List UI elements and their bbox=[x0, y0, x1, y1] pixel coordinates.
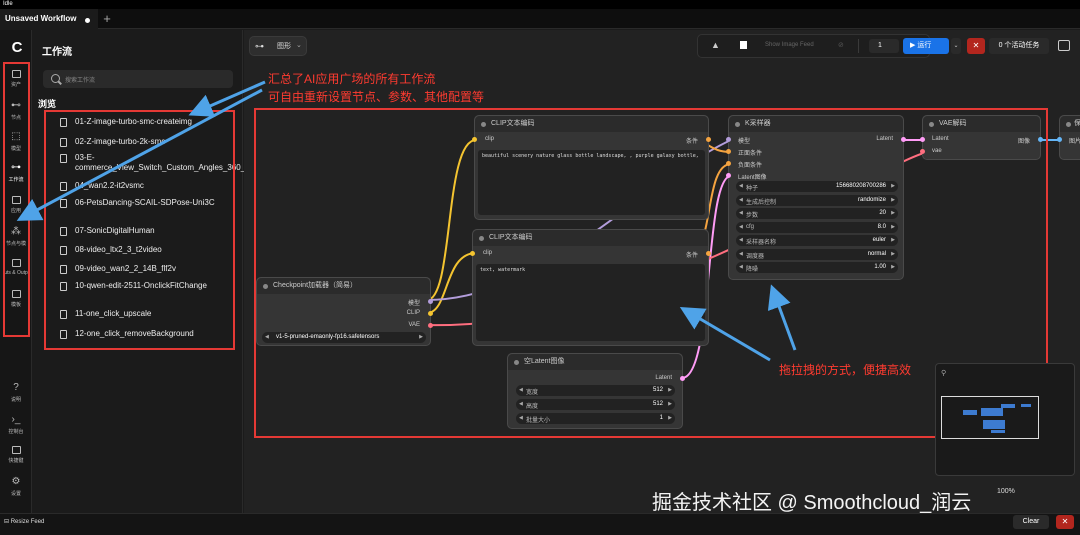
close-feed-button[interactable]: ✕ bbox=[1056, 515, 1074, 529]
resize-feed-button[interactable]: ⊟ Resize Feed bbox=[4, 518, 44, 525]
annotation-text: 汇总了AI应用广场的所有工作流 bbox=[268, 72, 436, 86]
arrow-to-rail bbox=[16, 88, 263, 221]
clear-button[interactable]: Clear bbox=[1013, 515, 1049, 529]
arrow-to-node-2 bbox=[767, 284, 797, 351]
resize-feed-label: Resize Feed bbox=[10, 519, 45, 525]
watermark-text: 掘金技术社区 @ Smoothcloud_润云 bbox=[652, 492, 972, 514]
minimap-viewport[interactable] bbox=[941, 396, 1039, 439]
annotation-text: 拖拉拽的方式，便捷高效 bbox=[779, 363, 912, 377]
zoom-level[interactable]: 100% bbox=[997, 488, 1015, 495]
arrow-to-node-1 bbox=[679, 306, 771, 362]
annotation-arrows bbox=[16, 80, 797, 362]
bottom-bar bbox=[0, 513, 1080, 535]
annotation-text: 可自由重新设置节点、参数、其他配置等 bbox=[268, 90, 485, 104]
minimap-icon[interactable]: ⚲ bbox=[941, 369, 946, 377]
